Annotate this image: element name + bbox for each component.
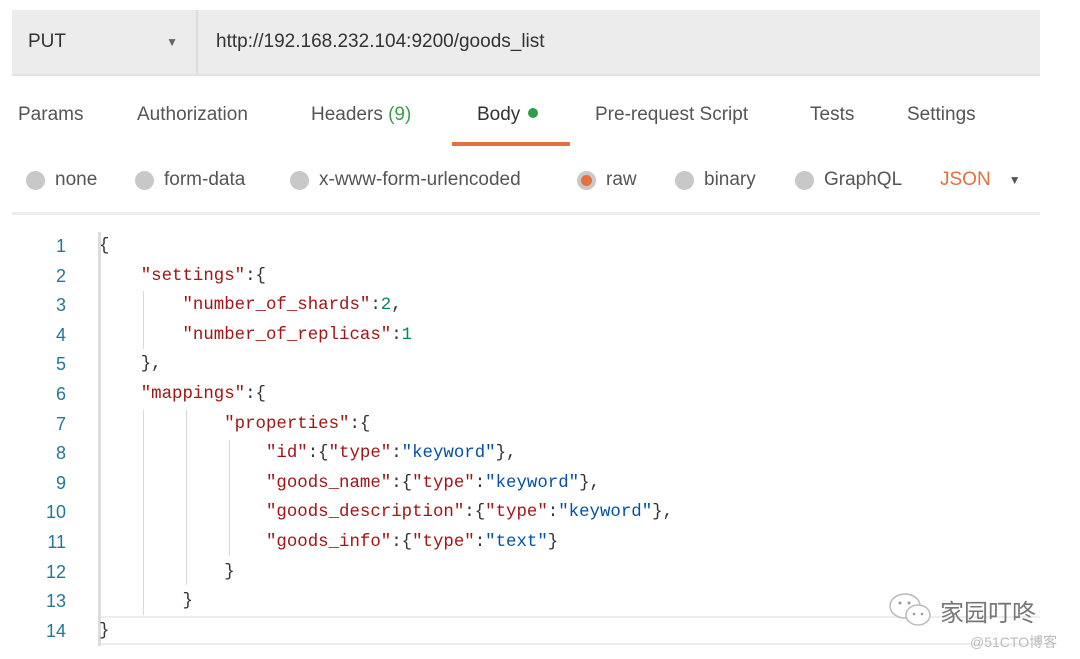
code-text: "properties":{ (224, 414, 371, 434)
code-text: }, (99, 355, 162, 375)
code-text: "mappings":{ (140, 384, 266, 404)
radio-icon (26, 170, 45, 190)
headers-count: (9) (388, 104, 412, 125)
watermark-source: @51CTO博客 (970, 634, 1058, 650)
option-label: raw (606, 169, 637, 190)
code-editor[interactable]: 1{2 "settings":{3 "number_of_shards":2, 4… (0, 232, 1040, 646)
wechat-icon (889, 593, 931, 626)
tab-label: Settings (907, 104, 976, 125)
tab-settings[interactable]: Settings (907, 104, 976, 126)
tab-label: Tests (810, 104, 855, 125)
line-number: 8 (55, 443, 66, 464)
method-select[interactable]: PUT ▼ (12, 10, 198, 74)
code-text: "goods_description":{"type":"keyword"}, (265, 503, 674, 523)
watermark-name: 家园叮咚 (940, 599, 1036, 627)
line-number: 9 (55, 472, 66, 493)
code-text: "goods_name":{"type":"keyword"}, (265, 473, 600, 493)
method-label: PUT (28, 31, 66, 52)
option-label: binary (704, 169, 756, 190)
tab-pre-request-script[interactable]: Pre-request Script (595, 104, 748, 126)
line-number: 5 (55, 354, 66, 375)
tab-tests[interactable]: Tests (810, 104, 854, 126)
code-line: 9 "goods_name":{"type":"keyword"}, (0, 469, 1040, 499)
caret-down-icon: ▼ (1008, 173, 1021, 187)
code-line: 2 "settings":{ (0, 262, 1040, 292)
code-line: 3 "number_of_shards":2, (0, 291, 1040, 321)
code-text: } (99, 562, 235, 582)
code-text: "id":{"type":"keyword"}, (265, 444, 517, 464)
line-number: 12 (45, 561, 66, 582)
code-text: } (99, 592, 193, 612)
code-text: } (99, 621, 110, 641)
code-text: "number_of_replicas":1 (182, 325, 413, 345)
line-number: 11 (47, 531, 66, 552)
tab-label: Headers (311, 104, 383, 125)
body-type-options: none form-data x-www-form-urlencoded raw bin… (0, 164, 1040, 196)
tab-label: Authorization (137, 104, 248, 125)
radio-icon (795, 170, 814, 190)
tab-authorization[interactable]: Authorization (137, 104, 248, 126)
divider (12, 212, 1040, 215)
tab-params[interactable]: Params (18, 104, 83, 126)
caret-down-icon: ▼ (166, 35, 178, 49)
line-number: 14 (45, 620, 66, 641)
code-line: 7 "properties":{ (0, 410, 1040, 440)
body-type-GraphQL[interactable]: GraphQL (795, 164, 902, 196)
format-label: JSON (940, 169, 991, 190)
code-text: { (99, 237, 110, 256)
code-line: 11 "goods_info":{"type":"text"} (0, 528, 1040, 558)
code-text: "number_of_shards":2, (182, 296, 402, 316)
url-input[interactable]: http://192.168.232.104:9200/goods_list (198, 31, 545, 53)
watermark: 家园叮咚 (888, 592, 1036, 628)
radio-icon (577, 170, 596, 190)
option-label: x-www-form-urlencoded (319, 169, 521, 190)
code-line: 14} (0, 617, 1040, 647)
tab-headers[interactable]: Headers (9) (311, 104, 411, 126)
body-type-none[interactable]: none (26, 164, 97, 196)
body-type-binary[interactable]: binary (675, 164, 756, 196)
option-label: form-data (164, 169, 246, 190)
tab-body[interactable]: Body (477, 104, 539, 126)
option-label: none (55, 169, 98, 190)
line-number: 7 (55, 413, 66, 434)
tab-label: Params (18, 104, 84, 125)
code-line: 1{ (0, 232, 1040, 262)
code-text: "settings":{ (140, 266, 266, 286)
body-type-form-data[interactable]: form-data (135, 164, 245, 196)
active-dot-icon (528, 108, 539, 118)
line-number: 4 (55, 324, 66, 345)
body-type-x-www-form-urlencoded[interactable]: x-www-form-urlencoded (290, 164, 521, 196)
body-type-raw[interactable]: raw (577, 164, 637, 196)
code-line: 13 } (0, 587, 1040, 617)
code-line: 5 }, (0, 350, 1040, 380)
code-line: 4 "number_of_replicas":1 (0, 321, 1040, 351)
code-line: 6 "mappings":{ (0, 380, 1040, 410)
option-label: GraphQL (824, 169, 903, 190)
line-number: 10 (45, 502, 66, 523)
code-line: 10 "goods_description":{"type":"keyword"… (0, 498, 1040, 528)
line-number: 2 (55, 265, 66, 286)
code-text: "goods_info":{"type":"text"} (265, 532, 559, 552)
line-number: 13 (45, 591, 66, 612)
line-number: 1 (55, 236, 66, 256)
tab-label: Body (477, 104, 521, 125)
radio-icon (135, 170, 154, 190)
radio-icon (290, 170, 309, 190)
radio-icon (675, 170, 694, 190)
request-bar: PUT ▼ http://192.168.232.104:9200/goods_… (12, 10, 1040, 76)
line-number: 6 (55, 383, 66, 404)
active-tab-indicator (452, 142, 570, 146)
line-number: 3 (55, 295, 66, 316)
tab-label: Pre-request Script (595, 104, 749, 125)
code-line: 8 "id":{"type":"keyword"}, (0, 439, 1040, 469)
code-line: 12 } (0, 558, 1040, 588)
format-select[interactable]: JSON ▼ (940, 164, 1021, 196)
